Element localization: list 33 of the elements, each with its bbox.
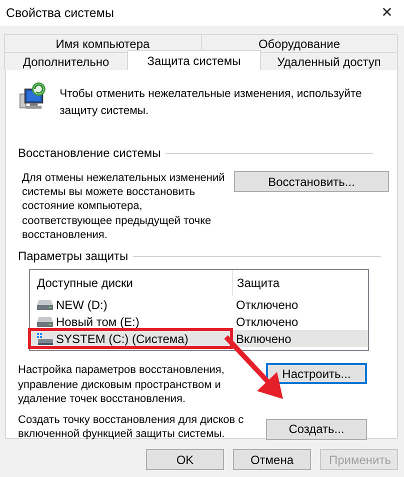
drive-row[interactable]: SYSTEM (C:) (Система) Включено: [30, 330, 368, 348]
drive-icon: [37, 316, 53, 327]
close-button[interactable]: ✕: [370, 0, 404, 26]
dialog-button[interactable]: OK: [146, 449, 224, 470]
group-heading: Восстановление системы: [18, 146, 161, 160]
computer-icon: [18, 82, 48, 112]
restore-button[interactable]: Восстановить...: [234, 171, 389, 192]
tab[interactable]: Дополнительно: [4, 52, 128, 70]
group-heading: Параметры защиты: [18, 249, 128, 264]
protection-status: Отключено: [235, 298, 300, 312]
drive-icon: [37, 300, 53, 310]
restore-description: Для отмены нежелательных изменений системы вы можете восстановить состояние компьютера, соответствующее предыдущей точке восстановления.: [22, 171, 226, 242]
protection-status: Включено: [235, 332, 292, 346]
drive-row[interactable]: Новый том (E:) Отключено: [30, 313, 368, 330]
create-description: Создать точку восстановления для дисков с включенной функцией защиты системы.: [18, 412, 245, 442]
dialog-button[interactable]: Отмена: [233, 449, 311, 470]
intro-text: Чтобы отменить нежелательные изменения, используйте защиту системы.: [60, 87, 363, 119]
configure-description: Настройка параметров восстановления, управление дисковым пространством и удаление точек восстановления.: [18, 363, 226, 407]
column-header[interactable]: Доступные диски: [30, 270, 232, 296]
system-drive-icon: [37, 332, 53, 345]
drive-row[interactable]: NEW (D:) Отключено: [30, 296, 368, 314]
window-title: Свойства системы: [6, 6, 114, 20]
create-button[interactable]: Создать...: [266, 418, 367, 440]
drive-name: Новый том (E:): [56, 314, 140, 329]
tab[interactable]: Имя компьютера: [4, 34, 202, 52]
tab[interactable]: Защита системы: [127, 50, 261, 70]
configure-button[interactable]: Настроить...: [266, 363, 367, 384]
tab[interactable]: Удаленный доступ: [260, 52, 398, 70]
drive-name: NEW (D:): [56, 298, 108, 312]
protection-status: Отключено: [235, 314, 300, 329]
drive-name: SYSTEM (C:) (Система): [56, 332, 188, 346]
tab[interactable]: Оборудование: [200, 34, 398, 52]
column-header[interactable]: Защита: [232, 270, 368, 296]
